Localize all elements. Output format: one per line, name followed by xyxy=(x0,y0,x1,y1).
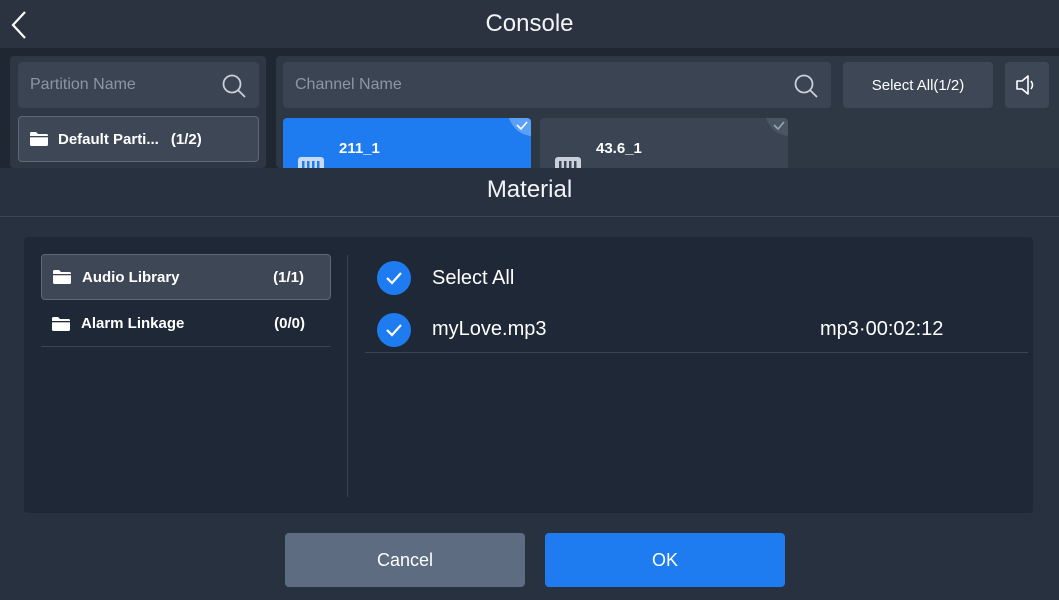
library-item-label: Alarm Linkage xyxy=(81,315,185,332)
back-button[interactable] xyxy=(4,8,34,42)
file-checkbox[interactable] xyxy=(377,312,411,347)
device-icon xyxy=(555,157,581,168)
channel-panel: Select All(1/2) 211_1 xyxy=(276,56,1059,168)
ok-button[interactable]: OK xyxy=(545,533,785,587)
partition-item-default[interactable]: Default Parti... (1/2) xyxy=(18,116,259,162)
select-all-label: Select All xyxy=(432,266,515,289)
folder-icon xyxy=(53,270,71,284)
folder-icon xyxy=(30,132,48,146)
check-icon xyxy=(766,118,788,136)
header-bar: Console xyxy=(0,0,1059,48)
file-name: myLove.mp3 xyxy=(432,318,547,340)
file-row[interactable]: myLove.mp3 mp3·00:02:12 xyxy=(365,307,1028,353)
check-icon xyxy=(386,323,402,337)
select-all-checkbox[interactable] xyxy=(377,261,411,295)
dialog-divider xyxy=(0,216,1059,217)
partition-search-box xyxy=(18,62,259,108)
cancel-button[interactable]: Cancel xyxy=(285,533,525,587)
channel-name: 43.6_1 xyxy=(596,140,642,157)
search-icon[interactable] xyxy=(793,73,819,99)
library-item-count: (0/0) xyxy=(274,315,305,332)
partition-panel: Default Parti... (1/2) xyxy=(10,56,266,168)
speaker-button[interactable] xyxy=(1005,62,1049,108)
channel-search-input[interactable] xyxy=(283,62,831,108)
dialog-body: Audio Library (1/1) Alarm Linkage (0/0) xyxy=(24,237,1033,513)
partition-item-label: Default Parti... xyxy=(58,130,159,148)
partition-item-count: (1/2) xyxy=(170,130,202,148)
channel-search-box xyxy=(283,62,831,108)
console-screen: Console Default Parti... (1/2) xyxy=(0,0,1059,600)
channel-card-211-1[interactable]: 211_1 xyxy=(283,118,531,168)
dialog-title: Material xyxy=(486,176,573,203)
library-item-label: Audio Library xyxy=(82,268,180,286)
file-meta: mp3·00:02:12 xyxy=(820,318,944,340)
check-icon xyxy=(509,118,531,136)
folder-icon xyxy=(52,316,70,331)
page-title: Console xyxy=(485,10,574,37)
channel-card-43-6-1[interactable]: 43.6_1 xyxy=(540,118,788,168)
search-icon[interactable] xyxy=(221,73,247,99)
select-all-row[interactable]: Select All xyxy=(365,255,1028,301)
library-item-alarm-linkage[interactable]: Alarm Linkage (0/0) xyxy=(41,301,331,347)
check-icon xyxy=(386,272,402,285)
panel-divider xyxy=(347,255,348,497)
material-dialog: Material Audio Library (1/1) Alarm Linka… xyxy=(0,168,1059,600)
channel-name: 211_1 xyxy=(339,140,380,157)
channel-select-all-button[interactable]: Select All(1/2) xyxy=(843,62,993,108)
chevron-left-icon xyxy=(11,11,26,39)
library-item-audio-library[interactable]: Audio Library (1/1) xyxy=(41,254,331,300)
device-icon xyxy=(298,157,324,168)
library-item-count: (1/1) xyxy=(273,268,304,286)
speaker-icon xyxy=(1016,75,1034,95)
